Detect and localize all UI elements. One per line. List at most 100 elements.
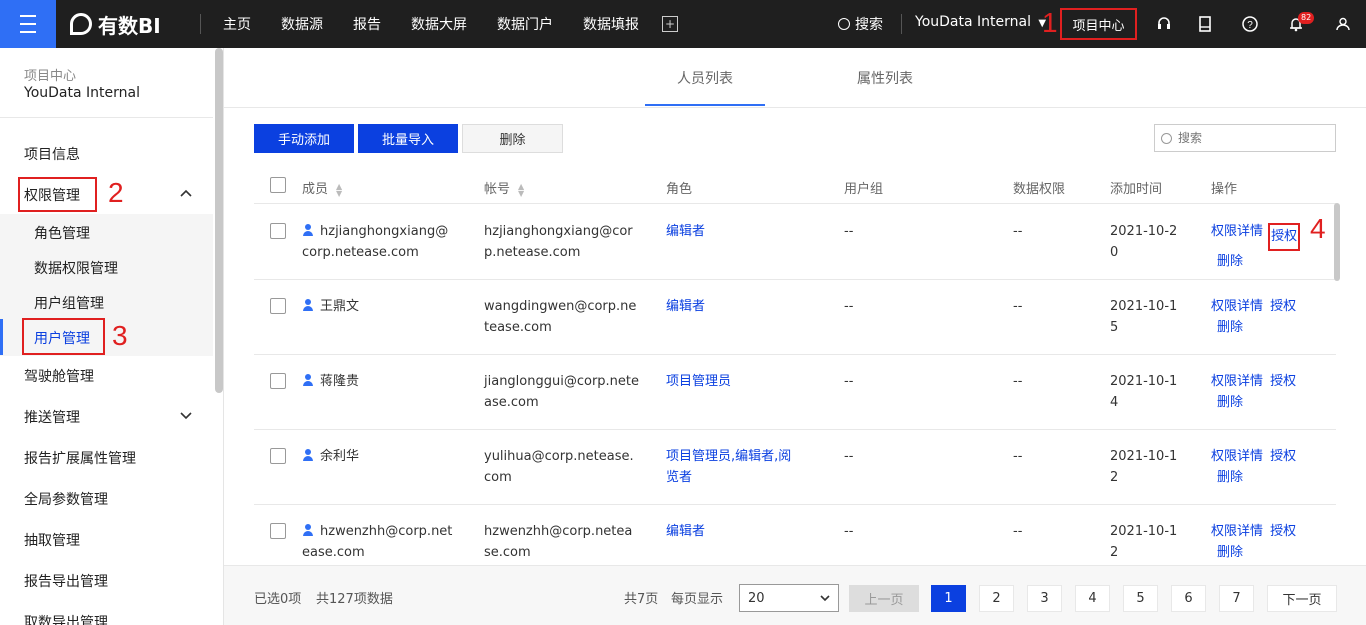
grant-link[interactable]: 授权: [1270, 524, 1296, 539]
brand-logo[interactable]: 有数BI: [70, 10, 161, 38]
pagination-footer: 已选0项 共127项数据 共7页 每页显示 20 上一页 1 2 3 4 5 6…: [224, 565, 1366, 625]
project-center-button[interactable]: 项目中心: [1060, 8, 1137, 40]
sidebar-scrollbar[interactable]: [215, 48, 223, 393]
permission-detail-link[interactable]: 权限详情: [1211, 524, 1263, 539]
org-selector[interactable]: YouData Internal ▼: [915, 14, 1046, 30]
nav-home[interactable]: 主页: [223, 14, 251, 34]
time-line2: 4: [1110, 395, 1119, 410]
time-line1: 2021-10-1: [1110, 524, 1178, 539]
prev-page-button[interactable]: 上一页: [849, 585, 919, 612]
permission-detail-link[interactable]: 权限详情: [1211, 224, 1263, 239]
svg-text:?: ?: [1247, 20, 1253, 31]
page-7-button[interactable]: 7: [1219, 585, 1254, 612]
sidebar-project-name: YouData Internal: [24, 85, 140, 101]
column-header-account-label: 帐号: [484, 182, 511, 197]
role-cell[interactable]: 编辑者: [666, 521, 705, 542]
sidebar-item-data-permission[interactable]: 数据权限管理: [34, 258, 118, 278]
sidebar-item-data-export[interactable]: 取数导出管理: [24, 612, 108, 625]
menu-icon[interactable]: [0, 0, 56, 48]
user-icon: [302, 449, 314, 461]
row-checkbox[interactable]: [270, 298, 286, 314]
tab-bar: 人员列表 属性列表: [224, 48, 1366, 108]
sidebar-item-role[interactable]: 角色管理: [34, 223, 90, 243]
member-cell: 余利华: [302, 446, 359, 467]
member-search[interactable]: [1154, 124, 1336, 152]
row-checkbox[interactable]: [270, 223, 286, 239]
sidebar-item-global-params[interactable]: 全局参数管理: [24, 489, 108, 509]
member-cell: hzjianghongxiang@ corp.netease.com: [302, 221, 448, 263]
delete-link[interactable]: 删除: [1217, 470, 1243, 485]
headset-icon[interactable]: [1154, 14, 1174, 34]
page-4-button[interactable]: 4: [1075, 585, 1110, 612]
page-5-button[interactable]: 5: [1123, 585, 1158, 612]
sidebar-item-user-group[interactable]: 用户组管理: [34, 293, 104, 313]
column-header-data-permission: 数据权限: [1013, 182, 1066, 197]
chevron-up-icon[interactable]: [180, 186, 192, 200]
divider: [200, 14, 201, 34]
select-all-checkbox[interactable]: [270, 177, 286, 193]
sidebar-item-project-info[interactable]: 项目信息: [24, 144, 80, 164]
role-cell[interactable]: 项目管理员,编辑者,阅 览者: [666, 446, 791, 488]
column-header-account[interactable]: 帐号 ▲ ▼: [484, 178, 524, 197]
user-avatar-icon[interactable]: [1333, 14, 1353, 34]
search-input[interactable]: [1178, 131, 1328, 145]
grant-link[interactable]: 授权: [1270, 299, 1296, 314]
sidebar-item-cockpit[interactable]: 驾驶舱管理: [24, 366, 94, 386]
delete-link[interactable]: 删除: [1217, 395, 1243, 410]
row-checkbox[interactable]: [270, 448, 286, 464]
tab-attribute-list[interactable]: 属性列表: [857, 68, 913, 88]
page-6-button[interactable]: 6: [1171, 585, 1206, 612]
grant-link[interactable]: 授权: [1268, 223, 1301, 251]
permission-detail-link[interactable]: 权限详情: [1211, 299, 1263, 314]
help-icon[interactable]: ?: [1240, 14, 1260, 34]
role-cell[interactable]: 编辑者: [666, 221, 705, 242]
permission-detail-link[interactable]: 权限详情: [1211, 374, 1263, 389]
member-name-line1: hzwenzhh@corp.net: [320, 524, 453, 539]
row-checkbox[interactable]: [270, 523, 286, 539]
role-cell[interactable]: 项目管理员: [666, 371, 731, 392]
table-scrollbar[interactable]: [1334, 203, 1340, 281]
add-manual-button[interactable]: 手动添加: [254, 124, 354, 153]
page-3-button[interactable]: 3: [1027, 585, 1062, 612]
page-2-button[interactable]: 2: [979, 585, 1014, 612]
page-1-button[interactable]: 1: [931, 585, 966, 612]
chevron-down-icon[interactable]: [180, 409, 192, 423]
tab-people-list[interactable]: 人员列表: [677, 68, 733, 88]
nav-report[interactable]: 报告: [353, 14, 381, 34]
sort-icon[interactable]: ▲ ▼: [336, 182, 342, 197]
grant-link[interactable]: 授权: [1270, 449, 1296, 464]
time-line2: 2: [1110, 545, 1119, 560]
delete-link[interactable]: 删除: [1217, 254, 1243, 269]
sidebar-item-report-export[interactable]: 报告导出管理: [24, 571, 108, 591]
user-icon: [302, 299, 314, 311]
sort-icon[interactable]: ▲ ▼: [518, 182, 524, 197]
book-icon[interactable]: [1195, 14, 1215, 34]
nav-dashboard-screen[interactable]: 数据大屏: [411, 14, 467, 34]
member-name-line1: 余利华: [320, 449, 360, 464]
grant-link[interactable]: 授权: [1270, 374, 1296, 389]
nav-data-portal[interactable]: 数据门户: [497, 14, 553, 34]
per-page-select[interactable]: 20: [739, 584, 839, 612]
account-line1: wangdingwen@corp.ne: [484, 299, 637, 314]
add-icon[interactable]: +: [662, 16, 678, 32]
row-checkbox[interactable]: [270, 373, 286, 389]
table-row: hzjianghongxiang@ corp.netease.com hzjian…: [254, 205, 1336, 280]
top-search-button[interactable]: 搜索: [838, 14, 883, 34]
account-line1: hzjianghongxiang@cor: [484, 224, 633, 239]
bulk-import-button[interactable]: 批量导入: [358, 124, 458, 153]
delete-link[interactable]: 删除: [1217, 545, 1243, 560]
sidebar-item-push[interactable]: 推送管理: [24, 407, 80, 427]
delete-button[interactable]: 删除: [462, 124, 563, 153]
next-page-button[interactable]: 下一页: [1267, 585, 1337, 612]
sidebar-item-extract[interactable]: 抽取管理: [24, 530, 80, 550]
nav-data-fill[interactable]: 数据填报: [583, 14, 639, 34]
member-name-line1: hzjianghongxiang@: [320, 224, 449, 239]
permission-detail-link[interactable]: 权限详情: [1211, 449, 1263, 464]
org-name: YouData Internal: [915, 14, 1031, 30]
nav-datasource[interactable]: 数据源: [281, 14, 323, 34]
sidebar-item-report-ext[interactable]: 报告扩展属性管理: [24, 448, 136, 468]
delete-link[interactable]: 删除: [1217, 320, 1243, 335]
role-cell[interactable]: 编辑者: [666, 296, 705, 317]
column-header-member[interactable]: 成员 ▲ ▼: [302, 178, 342, 197]
total-count: 共127项数据: [316, 592, 393, 607]
